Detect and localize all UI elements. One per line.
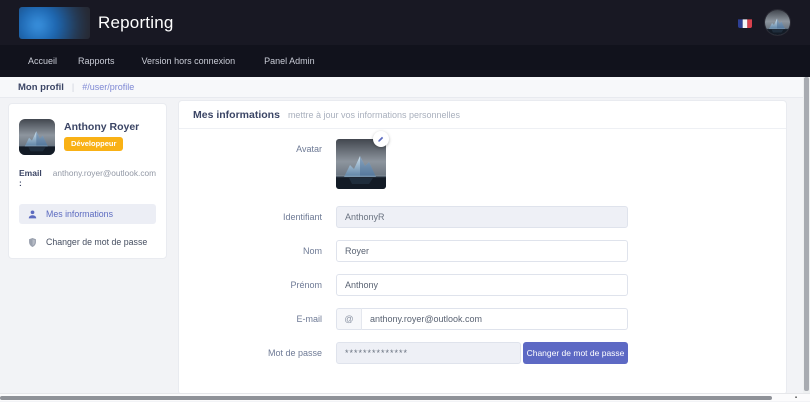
profile-summary-card: Anthony Royer Développeur Email : anthon… [8, 103, 167, 259]
menu-item-mes-informations[interactable]: Mes informations [19, 204, 156, 224]
change-password-button[interactable]: Changer de mot de passe [523, 342, 628, 364]
profile-menu: Mes informations Changer de mot de passe [19, 204, 156, 252]
main-navbar: Accueil Rapports Version hors connexion … [0, 45, 810, 77]
app-logo [19, 7, 90, 39]
breadcrumb-separator: | [72, 82, 74, 92]
french-flag-icon[interactable] [738, 17, 752, 28]
nom-field-row: Nom [179, 240, 786, 262]
avatar-label: Avatar [179, 139, 322, 154]
page-title: Mon profil [18, 82, 64, 93]
prenom-input[interactable] [336, 274, 628, 296]
nom-input[interactable] [336, 240, 628, 262]
menu-item-label: Changer de mot de passe [46, 237, 147, 247]
nav-item-accueil[interactable]: Accueil [28, 56, 57, 66]
email-field-row: E-mail @ [179, 308, 786, 330]
edit-avatar-button[interactable] [373, 131, 389, 147]
card-header: Mes informations mettre à jour vos infor… [179, 101, 786, 129]
password-field-row: Mot de passe Changer de mot de passe [179, 342, 786, 364]
email-field-label: E-mail [179, 314, 322, 324]
identifiant-label: Identifiant [179, 212, 322, 222]
avatar-field-row: Avatar [179, 139, 786, 189]
profile-email-row: Email : anthony.royer@outlook.com [19, 168, 156, 188]
horizontal-scrollbar: ▪ [0, 393, 810, 401]
app-header: Reporting [0, 0, 810, 45]
breadcrumb-route-link[interactable]: #/user/profile [82, 82, 134, 92]
password-input [336, 342, 521, 364]
vertical-scrollbar-thumb[interactable] [804, 77, 809, 391]
profile-name: Anthony Royer [64, 121, 139, 133]
avatar-preview [336, 139, 386, 189]
card-subtitle: mettre à jour vos informations personnel… [288, 110, 460, 120]
app-title: Reporting [98, 13, 174, 33]
password-label: Mot de passe [179, 348, 322, 358]
menu-item-changer-mot-de-passe[interactable]: Changer de mot de passe [19, 232, 156, 252]
informations-card: Mes informations mettre à jour vos infor… [178, 100, 787, 395]
email-value: anthony.royer@outlook.com [53, 168, 156, 178]
menu-item-label: Mes informations [46, 209, 113, 219]
nav-item-rapports[interactable]: Rapports [78, 56, 115, 66]
at-icon: @ [336, 308, 362, 330]
card-body: Avatar Identifiant [179, 129, 786, 364]
horizontal-scrollbar-thumb[interactable] [0, 396, 772, 400]
person-icon [27, 209, 38, 220]
email-input[interactable] [362, 308, 628, 330]
profile-identity: Anthony Royer Développeur [19, 119, 156, 155]
role-badge: Développeur [64, 137, 123, 151]
pencil-icon [377, 130, 385, 148]
breadcrumb: Mon profil | #/user/profile [0, 77, 810, 98]
email-label: Email : [19, 168, 46, 188]
prenom-field-row: Prénom [179, 274, 786, 296]
profile-avatar-image [19, 119, 55, 155]
vertical-scrollbar [803, 77, 810, 393]
identifiant-field-row: Identifiant [179, 206, 786, 228]
user-avatar[interactable] [765, 10, 790, 35]
nav-item-version-hors-connexion[interactable]: Version hors connexion [142, 56, 236, 66]
identifiant-input [336, 206, 628, 228]
nav-item-panel-admin[interactable]: Panel Admin [264, 56, 315, 66]
nom-label: Nom [179, 246, 322, 256]
app-logo-image [19, 7, 90, 39]
prenom-label: Prénom [179, 280, 322, 290]
header-actions [738, 10, 790, 35]
card-title: Mes informations [193, 109, 280, 121]
page-content: Anthony Royer Développeur Email : anthon… [0, 98, 810, 401]
shield-icon [27, 237, 38, 248]
